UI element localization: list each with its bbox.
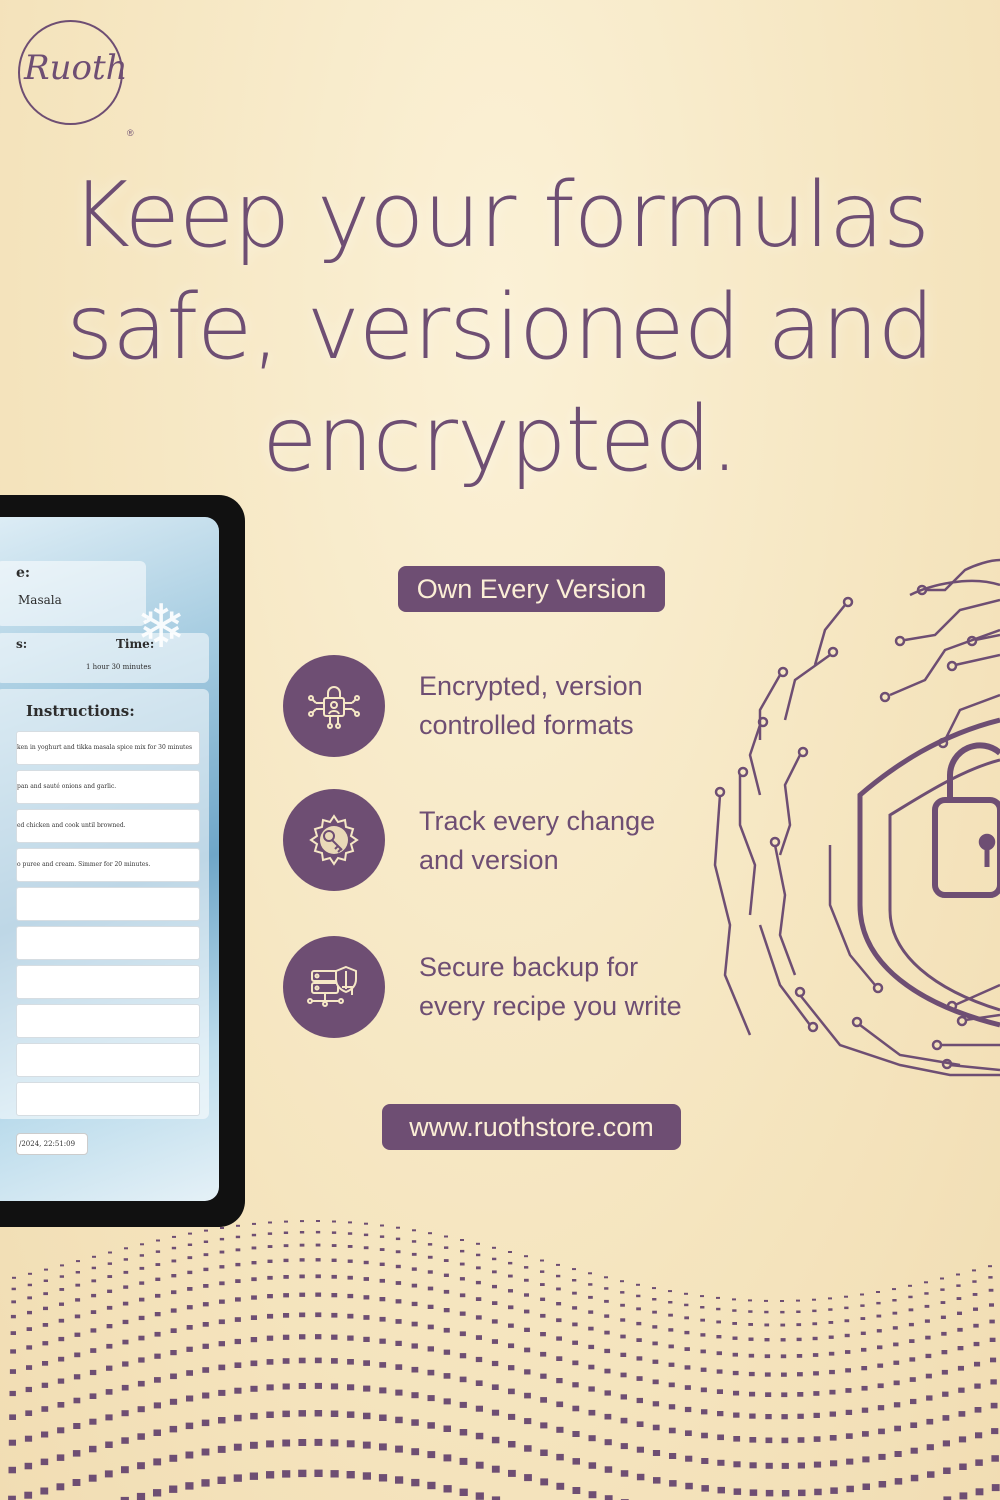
tablet-screen: ❄ e: Masala s: Time: 1 hour 30 minutes I…: [0, 517, 219, 1201]
time-label: Time:: [116, 637, 155, 651]
instruction-step[interactable]: pan and sauté onions and garlic.: [16, 770, 200, 804]
instruction-step[interactable]: o puree and cream. Simmer for 20 minutes…: [16, 848, 200, 882]
feature-text-1: Encrypted, version controlled formats: [419, 667, 739, 745]
feature-1-line-2: controlled formats: [419, 710, 634, 740]
dotted-wave-pattern: [8, 1220, 1000, 1500]
instructions-title: Instructions:: [26, 702, 135, 720]
feature-3-line-2: every recipe you write: [419, 991, 682, 1021]
headline-line-2: safe, versioned and: [66, 275, 934, 380]
registered-mark: ®: [127, 128, 134, 138]
servings-label: s:: [16, 637, 28, 651]
instruction-step[interactable]: [16, 887, 200, 921]
time-value: 1 hour 30 minutes: [86, 663, 152, 671]
own-every-version-badge: Own Every Version: [398, 566, 665, 612]
headline: Keep your formulas safe, versioned and e…: [0, 160, 1000, 496]
gear-key-icon: [283, 789, 385, 891]
feature-text-3: Secure backup for every recipe you write: [419, 948, 739, 1026]
instruction-step[interactable]: [16, 926, 200, 960]
feature-2-line-1: Track every change: [419, 806, 656, 836]
server-shield-icon: [283, 936, 385, 1038]
feature-1-line-1: Encrypted, version: [419, 671, 643, 701]
ruoth-logo[interactable]: Ruoth ®: [18, 20, 134, 138]
instruction-step[interactable]: ed chicken and cook until browned.: [16, 809, 200, 843]
tablet-mockup: ❄ e: Masala s: Time: 1 hour 30 minutes I…: [0, 495, 245, 1227]
instruction-step[interactable]: ken in yoghurt and tikka masala spice mi…: [16, 731, 200, 765]
recipe-name-label: e:: [16, 565, 31, 581]
timestamp: /2024, 22:51:09: [16, 1133, 88, 1155]
instruction-step[interactable]: [16, 1043, 200, 1077]
logo-text: Ruoth: [24, 48, 128, 88]
encrypted-lock-circuit-icon: [283, 655, 385, 757]
feature-text-2: Track every change and version: [419, 802, 739, 880]
headline-line-1: Keep your formulas: [71, 163, 930, 268]
feature-3-line-1: Secure backup for: [419, 952, 639, 982]
circuit-shield-lock-icon: [713, 558, 1000, 1077]
headline-line-3: encrypted.: [262, 387, 739, 492]
website-link[interactable]: www.ruothstore.com: [382, 1104, 681, 1150]
feature-2-line-2: and version: [419, 845, 559, 875]
servings-time-card: [0, 633, 209, 683]
instruction-step[interactable]: [16, 1004, 200, 1038]
recipe-name-value: Masala: [18, 593, 62, 607]
instruction-step[interactable]: [16, 1082, 200, 1116]
instruction-step[interactable]: [16, 965, 200, 999]
